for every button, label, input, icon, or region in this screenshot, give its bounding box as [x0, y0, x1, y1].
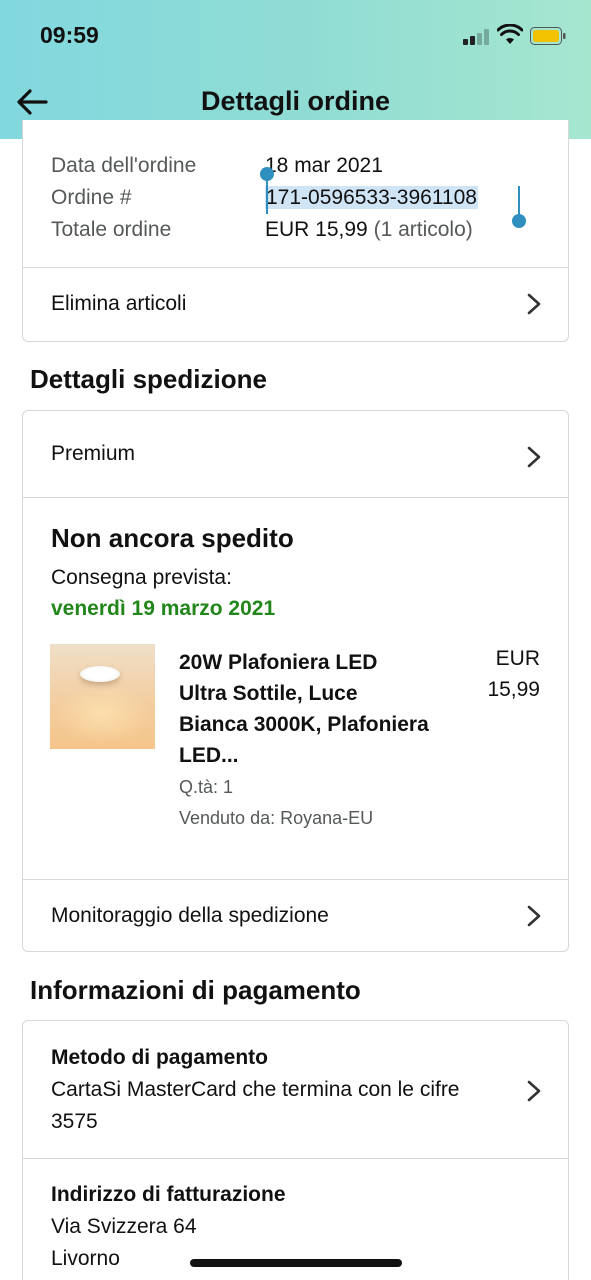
- selection-end-handle[interactable]: [512, 214, 526, 228]
- page-title: Dettagli ordine: [200, 86, 390, 116]
- order-total-value: EUR 15,99 (1 articolo): [265, 218, 473, 242]
- chevron-right-icon: [527, 293, 541, 315]
- order-total-items: (1 articolo): [373, 218, 473, 241]
- payment-method-label: Metodo di pagamento: [51, 1046, 268, 1069]
- payment-card: Metodo di pagamento CartaSi MasterCard c…: [22, 1020, 569, 1280]
- shipment-status: Non ancora spedito: [51, 523, 294, 553]
- ceiling-lamp-icon: [80, 666, 120, 682]
- divider: [23, 497, 568, 498]
- order-total-label: Totale ordine: [51, 218, 172, 241]
- order-summary-card: Data dell'ordine 18 mar 2021 Ordine # 17…: [22, 120, 569, 342]
- app-header: 09:59 Dettagli ordine: [0, 0, 591, 139]
- delete-items-row[interactable]: Elimina articoli: [23, 268, 568, 341]
- shipping-speed-row[interactable]: Premium: [23, 411, 568, 497]
- payment-method-row[interactable]: Metodo di pagamento CartaSi MasterCard c…: [23, 1021, 568, 1158]
- status-time: 09:59: [40, 22, 99, 48]
- battery-icon: [530, 27, 566, 45]
- chevron-right-icon: [527, 905, 541, 927]
- divider: [23, 1158, 568, 1159]
- billing-address-label: Indirizzo di fatturazione: [51, 1183, 286, 1206]
- order-date-label: Data dell'ordine: [51, 154, 197, 177]
- selection-start-handle[interactable]: [260, 167, 274, 181]
- shipping-section-title: Dettagli spedizione: [30, 364, 267, 394]
- delete-items-label: Elimina articoli: [51, 292, 187, 315]
- selected-text[interactable]: 171-0596533-3961108: [265, 186, 478, 209]
- product-currency: EUR: [495, 647, 540, 670]
- order-number-value[interactable]: 171-0596533-3961108: [265, 186, 478, 210]
- shipping-card: Premium Non ancora spedito Consegna prev…: [22, 410, 569, 952]
- home-indicator[interactable]: [190, 1259, 402, 1267]
- payment-section-title: Informazioni di pagamento: [30, 975, 361, 1005]
- product-image-glow: [55, 684, 150, 744]
- delivery-date: venerdì 19 marzo 2021: [51, 597, 276, 620]
- shipping-speed-label: Premium: [51, 442, 136, 465]
- delivery-label: Consegna prevista:: [51, 566, 232, 589]
- product-image[interactable]: [50, 644, 155, 749]
- selection-end-handle-line[interactable]: [518, 186, 520, 216]
- payment-method-value: CartaSi MasterCard che termina con le ci…: [51, 1078, 460, 1133]
- product-seller: Venduto da: Royana-EU: [179, 808, 374, 828]
- chevron-right-icon: [527, 1080, 541, 1102]
- cellular-signal-icon: [463, 29, 491, 45]
- order-total-amount: EUR 15,99: [265, 218, 368, 241]
- billing-address-line1: Via Svizzera 64: [51, 1215, 197, 1238]
- wifi-icon: [497, 24, 523, 44]
- product-price: 15,99: [487, 678, 540, 701]
- order-date-value[interactable]: 18 mar 2021: [265, 154, 383, 178]
- product-quantity: Q.tà: 1: [179, 777, 234, 797]
- product-title[interactable]: 20W Plafoniera LED Ultra Sottile, Luce B…: [179, 647, 429, 771]
- tracking-row[interactable]: Monitoraggio della spedizione: [23, 880, 568, 952]
- chevron-right-icon: [527, 446, 541, 468]
- order-number-label: Ordine #: [51, 186, 132, 209]
- tracking-label: Monitoraggio della spedizione: [51, 904, 329, 927]
